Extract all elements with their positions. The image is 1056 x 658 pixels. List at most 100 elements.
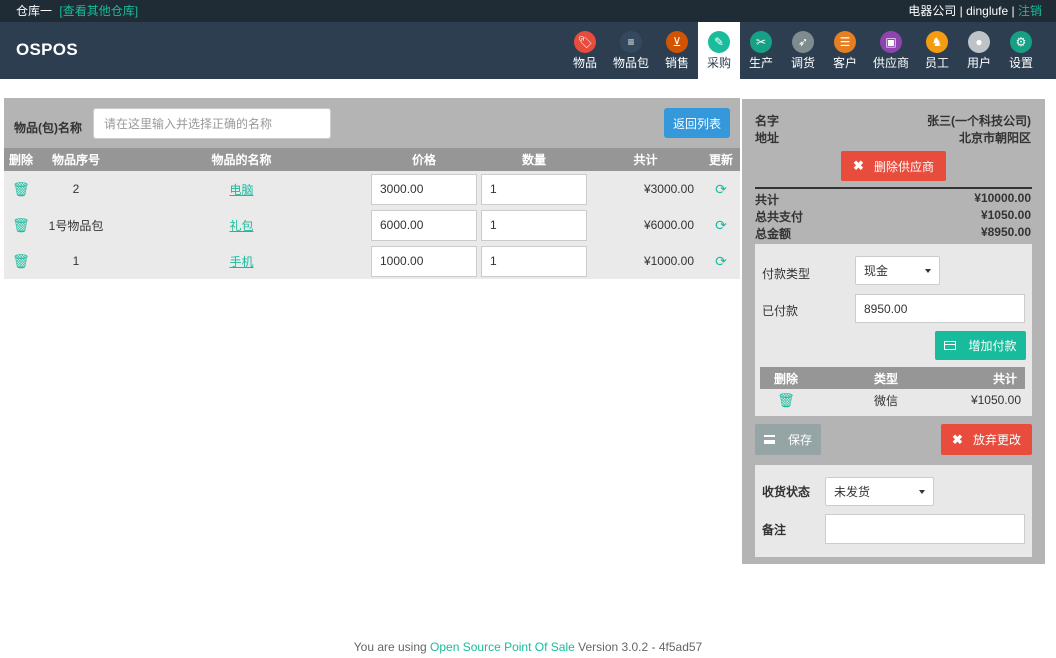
trash-icon[interactable]: 🗑 [12, 217, 30, 233]
line-total: ¥3000.00 [589, 171, 702, 207]
cart-row: 🗑 2 电脑 ¥3000.00 ⟳ [4, 171, 740, 207]
supplier-panel: 名字 张三(一个科技公司) 地址 北京市朝阳区 ✖ 删除供应商 共计 ¥1000… [742, 99, 1045, 564]
chevron-down-icon [925, 268, 931, 273]
nav-item-label: 生产 [748, 56, 773, 70]
col-delete: 删除 [4, 148, 38, 171]
refresh-icon[interactable]: ⟳ [715, 181, 727, 197]
receive-status-select[interactable]: 未发货 [825, 477, 934, 506]
col-total: 共计 [589, 148, 702, 171]
quantity-cell [479, 171, 589, 207]
nav-item-10[interactable]: ⚙ 设置 [1000, 22, 1042, 79]
trash-icon[interactable]: 🗑 [12, 253, 30, 269]
nav-item-4[interactable]: ✂ 生产 [740, 22, 782, 79]
contact-icon: ☰ [834, 31, 856, 53]
price-input[interactable] [371, 209, 477, 241]
nav-item-9[interactable]: ● 用户 [958, 22, 1000, 79]
nav-item-label: 客户 [832, 56, 857, 70]
receipt-icon: ✎ [708, 31, 730, 53]
payment-amount: ¥1050.00 [960, 389, 1025, 411]
col-price: 价格 [369, 148, 479, 171]
save-button[interactable]: 保存 [755, 424, 821, 455]
cancel-changes-label: 放弃更改 [972, 433, 1021, 447]
col-item-name: 物品的名称 [114, 148, 369, 171]
switch-store-link[interactable]: [查看其他仓库] [59, 4, 138, 18]
item-name-cell: 手机 [114, 243, 369, 279]
summary-total-label: 共计 [755, 193, 780, 207]
price-cell [369, 243, 479, 279]
amount-paid-input[interactable] [855, 294, 1025, 323]
basket-icon: ⊻ [666, 31, 688, 53]
nav-item-6[interactable]: ☰ 客户 [824, 22, 866, 79]
payments-header-row: 删除 类型 共计 [760, 367, 1025, 389]
item-search-bar: 物品(包)名称 返回列表 [4, 98, 740, 148]
refresh-icon[interactable]: ⟳ [715, 253, 727, 269]
summary-amount-value: ¥8950.00 [980, 225, 1031, 239]
supplier-name-label: 名字 [755, 114, 780, 128]
nav-item-label: 物品包 [612, 56, 649, 70]
separator: | [1011, 4, 1015, 18]
add-payment-button[interactable]: 增加付款 [935, 331, 1026, 360]
item-search-label: 物品(包)名称 [14, 121, 82, 135]
nav-item-label: 采购 [706, 56, 731, 70]
item-name-link[interactable]: 电脑 [229, 183, 253, 197]
close-icon: ✖ [952, 431, 963, 447]
receive-status-value: 未发货 [834, 485, 871, 499]
amount-paid-label: 已付款 [762, 304, 799, 318]
nav-item-5[interactable]: ➶ 调货 [782, 22, 824, 79]
return-to-list-button[interactable]: 返回列表 [664, 108, 730, 138]
tools-icon: ✂ [750, 31, 772, 53]
list-icon [763, 435, 775, 444]
ospos-link[interactable]: Open Source Point Of Sale [430, 640, 575, 654]
logout-link[interactable]: 注销 [1018, 4, 1042, 18]
quantity-input[interactable] [481, 245, 587, 277]
brand-logo[interactable]: OSPOS [16, 40, 78, 60]
col-payment-amount: 共计 [960, 367, 1025, 389]
trash-icon[interactable]: 🗑 [12, 181, 30, 197]
summary-divider [755, 187, 1032, 189]
company-name: 电器公司 [908, 4, 957, 18]
item-name-link[interactable]: 礼包 [229, 219, 253, 233]
line-total: ¥6000.00 [589, 207, 702, 243]
add-payment-label: 增加付款 [968, 339, 1017, 353]
cart-table: 删除 物品序号 物品的名称 价格 数量 共计 更新 🗑2电脑¥3000.00⟳🗑… [4, 148, 740, 279]
summary-paid-row: 总共支付 ¥1050.00 [755, 208, 1031, 225]
payment-type-select[interactable]: 现金 [855, 256, 940, 285]
item-name-link[interactable]: 手机 [229, 255, 253, 269]
summary-paid-value: ¥1050.00 [980, 208, 1031, 222]
nav-item-8[interactable]: ♞ 员工 [916, 22, 958, 79]
cart-body: 🗑 2 电脑 ¥3000.00 ⟳ 🗑 1号物品包 礼包 ¥6000.00 ⟳ 🗑 1 手机 ¥1000.… [4, 171, 740, 279]
receive-status-label: 收货状态 [762, 485, 811, 499]
trash-icon[interactable]: 🗑 [777, 392, 795, 408]
summary-amount-label: 总金额 [755, 227, 792, 241]
payments-table: 删除 类型 共计 🗑 微信 ¥1050.00 [760, 367, 1025, 411]
nav-item-2[interactable]: ⊻ 销售 [656, 22, 698, 79]
payment-type-label: 付款类型 [762, 267, 811, 281]
item-search-input[interactable] [93, 108, 331, 139]
summary-total-row: 共计 ¥10000.00 [755, 191, 1031, 208]
refresh-icon[interactable]: ⟳ [715, 217, 727, 233]
note-input[interactable] [825, 514, 1025, 544]
payments-body: 🗑 微信 ¥1050.00 [760, 389, 1025, 411]
update-cell: ⟳ [702, 171, 740, 207]
nav-item-label: 调货 [790, 56, 815, 70]
quantity-cell [479, 243, 589, 279]
quantity-input[interactable] [481, 173, 587, 205]
nav-item-1[interactable]: ≡ 物品包 [606, 22, 656, 79]
username: dinglufe [966, 4, 1009, 18]
nav-item-7[interactable]: ▣ 供应商 [866, 22, 916, 79]
quantity-cell [479, 207, 589, 243]
price-input[interactable] [371, 173, 477, 205]
user-icon: ● [968, 31, 990, 53]
nav-item-label: 物品 [572, 56, 597, 70]
item-number: 2 [38, 171, 114, 207]
nav-item-0[interactable]: 🏷 物品 [564, 22, 606, 79]
briefcase-icon: ▣ [880, 31, 902, 53]
separator: | [959, 4, 963, 18]
remove-supplier-button[interactable]: ✖ 删除供应商 [841, 151, 946, 181]
quantity-input[interactable] [481, 209, 587, 241]
store-name: 仓库一 [16, 4, 53, 18]
col-item-number: 物品序号 [38, 148, 114, 171]
cancel-changes-button[interactable]: ✖ 放弃更改 [941, 424, 1032, 455]
nav-item-3[interactable]: ✎ 采购 [698, 22, 740, 79]
price-input[interactable] [371, 245, 477, 277]
